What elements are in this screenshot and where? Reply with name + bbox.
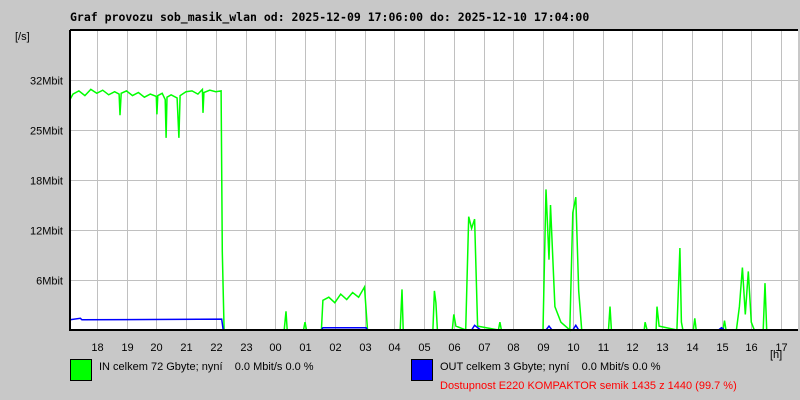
y-tick-label: 18Mbit	[30, 176, 63, 188]
x-tick-label: 12	[626, 342, 638, 354]
x-tick-label: 04	[388, 342, 400, 354]
x-tick-label: 20	[150, 342, 162, 354]
x-tick-label: 06	[448, 342, 460, 354]
x-tick-label: 01	[299, 342, 311, 354]
y-tick-label: 6Mbit	[36, 276, 63, 288]
legend-out-text: OUT celkem 3 Gbyte; nyní 0.0 Mbit/s 0.0 …	[440, 361, 661, 373]
legend-in-text: IN celkem 72 Gbyte; nyní 0.0 Mbit/s 0.0 …	[99, 361, 314, 373]
x-tick-label: 23	[240, 342, 252, 354]
x-tick-label: 14	[686, 342, 698, 354]
availability-text: Dostupnost E220 KOMPAKTOR semik 1435 z 1…	[440, 380, 737, 392]
legend-out-swatch	[411, 359, 433, 381]
x-tick-label: 05	[418, 342, 430, 354]
x-tick-label: 22	[210, 342, 222, 354]
x-tick-label: 19	[121, 342, 133, 354]
y-tick-labels: 6Mbit 12Mbit 18Mbit 25Mbit 32Mbit	[30, 76, 63, 288]
y-tick-label: 25Mbit	[30, 126, 63, 138]
traffic-chart: 6Mbit 12Mbit 18Mbit 25Mbit 32Mbit 18 19 20 21 22…	[30, 29, 798, 354]
x-tick-label: 08	[507, 342, 519, 354]
legend-in-swatch	[70, 359, 92, 381]
x-tick-label: 02	[329, 342, 341, 354]
x-tick-label: 07	[478, 342, 490, 354]
x-tick-label: 18	[91, 342, 103, 354]
y-tick-label: 32Mbit	[30, 76, 63, 88]
x-tick-label: 11	[598, 342, 609, 354]
x-axis-unit: [h]	[770, 349, 783, 361]
x-tick-label: 13	[656, 342, 668, 354]
x-tick-label: 16	[745, 342, 757, 354]
x-tick-labels: 18 19 20 21 22 23 00 01 02 03 04 05 06 07 08 09 10 11 12 13…	[91, 342, 787, 354]
x-tick-label: 03	[359, 342, 371, 354]
x-tick-label: 15	[716, 342, 728, 354]
x-tick-label: 10	[567, 342, 579, 354]
x-tick-label: 21	[180, 342, 192, 354]
x-tick-label: 00	[269, 342, 281, 354]
y-tick-label: 12Mbit	[30, 226, 63, 238]
x-tick-label: 09	[537, 342, 549, 354]
